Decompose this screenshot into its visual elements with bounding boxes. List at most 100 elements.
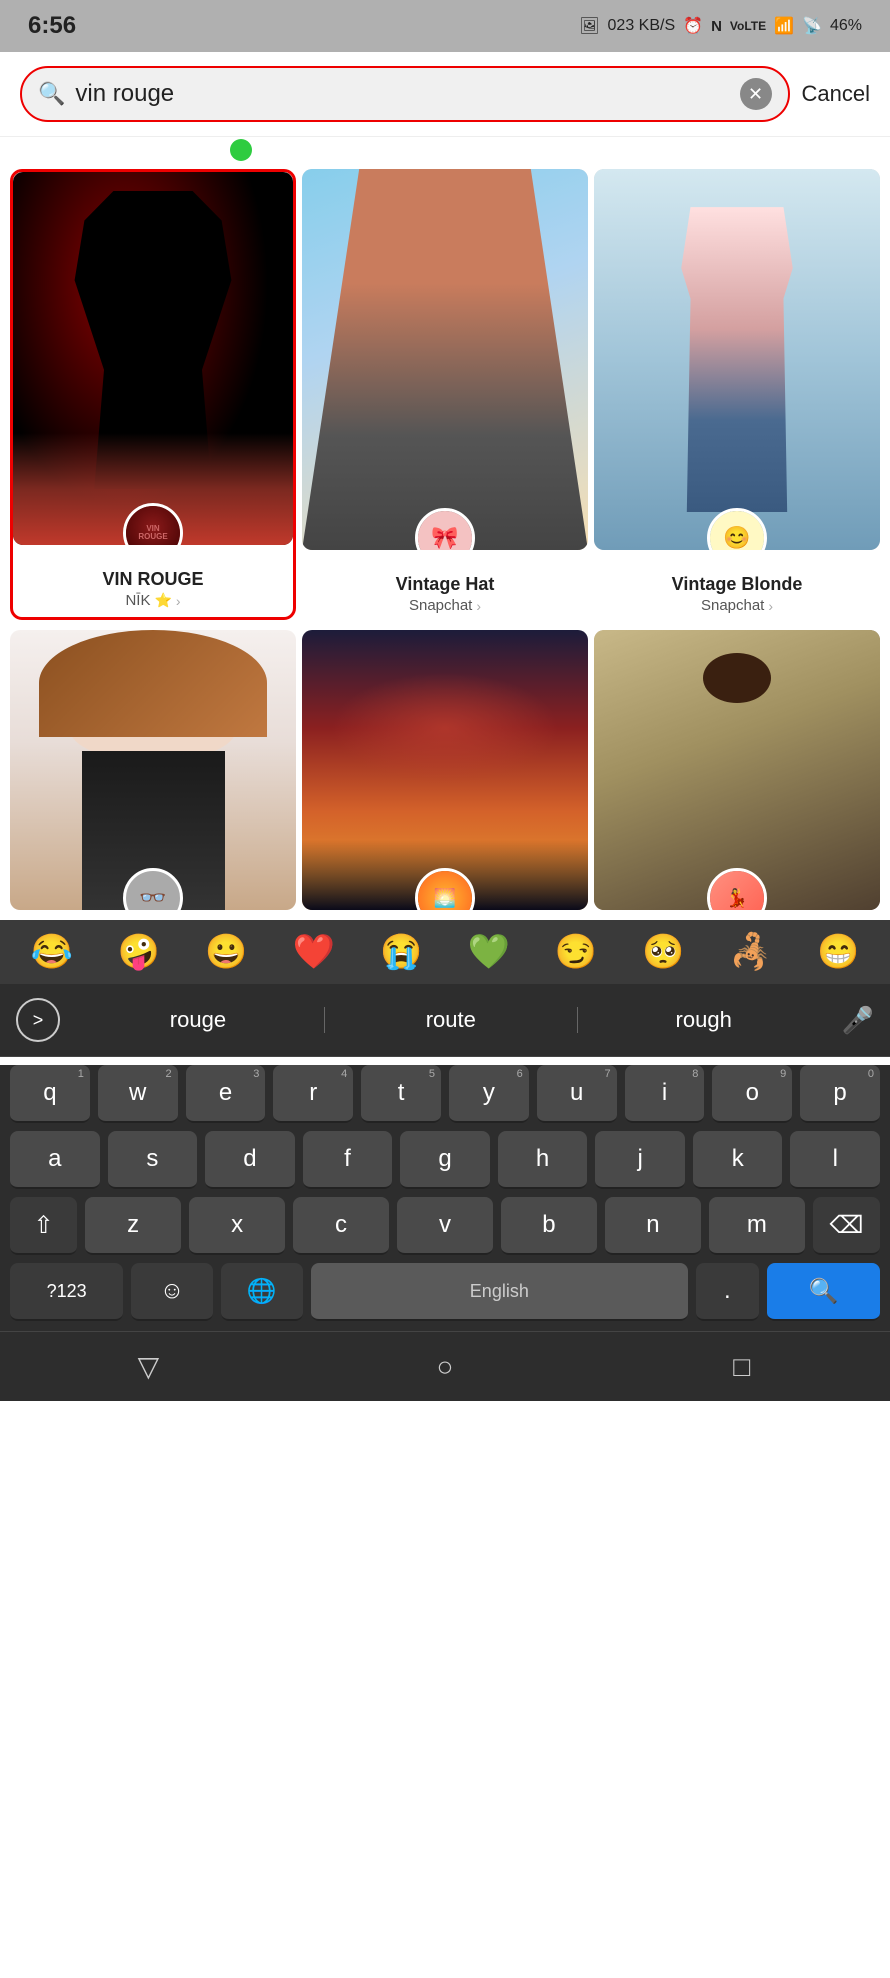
keyboard-row-2: a s d f g h j k l: [10, 1131, 880, 1189]
key-s[interactable]: s: [108, 1131, 198, 1189]
emoji-crying[interactable]: 😭: [380, 932, 422, 972]
vin-rouge-bg: [13, 172, 293, 545]
suggestions-row: > rouge route rough 🎤: [0, 984, 890, 1057]
chevron-right-icon: ›: [176, 593, 181, 609]
key-k[interactable]: k: [693, 1131, 783, 1189]
key-x[interactable]: x: [189, 1197, 285, 1255]
key-m[interactable]: m: [709, 1197, 805, 1255]
suggestion-word-3[interactable]: rough: [578, 1007, 830, 1033]
recents-icon: □: [733, 1351, 750, 1383]
chevron-right-icon: ›: [476, 598, 481, 614]
bottom-nav: ▽ ○ □: [0, 1331, 890, 1401]
key-j[interactable]: j: [595, 1131, 685, 1189]
emoji-smirk[interactable]: 😏: [555, 932, 597, 972]
close-icon: ✕: [748, 84, 763, 105]
key-r[interactable]: 4r: [273, 1065, 353, 1123]
emoji-tongue[interactable]: 🤪: [118, 932, 160, 972]
cancel-button[interactable]: Cancel: [802, 81, 870, 107]
emoji-pleading[interactable]: 🥺: [642, 932, 684, 972]
key-l[interactable]: l: [790, 1131, 880, 1189]
emoji-key[interactable]: ☺: [131, 1263, 213, 1321]
filter-thumb-back-girl: 💃: [594, 630, 880, 910]
back-button[interactable]: ▽: [0, 1350, 297, 1383]
filter-card-back-girl[interactable]: 💃: [594, 630, 880, 910]
battery-icon: 46%: [830, 17, 862, 35]
key-q[interactable]: 1q: [10, 1065, 90, 1123]
status-time: 6:56: [28, 12, 76, 40]
vintage-hat-bg: [302, 169, 588, 550]
expand-suggestions-button[interactable]: >: [16, 998, 60, 1042]
key-w[interactable]: 2w: [98, 1065, 178, 1123]
key-u[interactable]: 7u: [537, 1065, 617, 1123]
n-icon: N: [711, 18, 722, 35]
key-n[interactable]: n: [605, 1197, 701, 1255]
filter-card-vin-rouge[interactable]: VINROUGE VIN ROUGE NĪK ⭐ ›: [10, 169, 296, 620]
key-d[interactable]: d: [205, 1131, 295, 1189]
photo-icon: 🖼: [579, 16, 599, 36]
key-c[interactable]: c: [293, 1197, 389, 1255]
filter-thumb-sunglasses: 👓: [10, 630, 296, 910]
emoji-row: 😂 🤪 😀 ❤️ 😭 💚 😏 🥺 🦂 😁: [0, 920, 890, 984]
keyboard: 1q 2w 3e 4r 5t 6y 7u 8i 9o 0p a s d f g …: [0, 1065, 890, 1331]
person-figure: [302, 169, 588, 550]
emoji-green-heart[interactable]: 💚: [467, 932, 509, 972]
filter-name-vintage-blonde: Vintage Blonde: [672, 574, 803, 595]
filter-thumb-vintage-hat: 🎀: [302, 169, 588, 550]
key-e[interactable]: 3e: [186, 1065, 266, 1123]
key-y[interactable]: 6y: [449, 1065, 529, 1123]
signal-icon: 📡: [802, 16, 822, 36]
emoji-grin[interactable]: 😀: [205, 932, 247, 972]
emoji-heart[interactable]: ❤️: [293, 932, 335, 972]
microphone-icon[interactable]: 🎤: [842, 1005, 874, 1036]
arrow-right-icon: >: [33, 1010, 44, 1031]
filter-sub-vintage-hat: Snapchat ›: [409, 597, 481, 614]
key-p[interactable]: 0p: [800, 1065, 880, 1123]
emoji-laughing[interactable]: 😂: [31, 932, 73, 972]
nums-key[interactable]: ?123: [10, 1263, 123, 1321]
key-h[interactable]: h: [498, 1131, 588, 1189]
key-v[interactable]: v: [397, 1197, 493, 1255]
search-action-key[interactable]: 🔍: [767, 1263, 880, 1321]
key-t[interactable]: 5t: [361, 1065, 441, 1123]
volte-icon: VoLTE: [730, 19, 766, 33]
search-magnifier-icon: 🔍: [38, 81, 65, 107]
filter-thumb-sunset: 🌅: [302, 630, 588, 910]
key-b[interactable]: b: [501, 1197, 597, 1255]
key-o[interactable]: 9o: [712, 1065, 792, 1123]
keyboard-row-3: ⇧ z x c v b n m ⌫: [10, 1197, 880, 1255]
filter-thumb-vin-rouge: VINROUGE: [13, 172, 293, 545]
backspace-key[interactable]: ⌫: [813, 1197, 880, 1255]
key-g[interactable]: g: [400, 1131, 490, 1189]
space-key[interactable]: English: [311, 1263, 688, 1321]
suggestion-word-1[interactable]: rouge: [72, 1007, 324, 1033]
shift-key[interactable]: ⇧: [10, 1197, 77, 1255]
star-icon: ⭐: [154, 592, 171, 609]
period-key[interactable]: .: [696, 1263, 759, 1321]
key-i[interactable]: 8i: [625, 1065, 705, 1123]
green-dot-indicator: [0, 137, 890, 165]
clear-search-button[interactable]: ✕: [740, 78, 772, 110]
emoji-big-grin[interactable]: 😁: [817, 932, 859, 972]
keyboard-bottom-row: ?123 ☺ 🌐 English . 🔍: [10, 1263, 880, 1321]
filter-name-vintage-hat: Vintage Hat: [396, 574, 495, 595]
filter-card-sunset[interactable]: 🌅: [302, 630, 588, 910]
chevron-right-icon: ›: [768, 598, 773, 614]
globe-key[interactable]: 🌐: [221, 1263, 303, 1321]
key-z[interactable]: z: [85, 1197, 181, 1255]
filter-sub-vintage-blonde: Snapchat ›: [701, 597, 773, 614]
emoji-scorpion[interactable]: 🦂: [730, 932, 772, 972]
search-input[interactable]: vin rouge: [75, 80, 729, 108]
search-input-wrap[interactable]: 🔍 vin rouge ✕: [20, 66, 790, 122]
home-icon: ○: [437, 1351, 454, 1383]
suggestion-word-2[interactable]: route: [324, 1007, 578, 1033]
filter-card-vintage-hat[interactable]: 🎀 Vintage Hat Snapchat ›: [302, 169, 588, 620]
filter-card-vintage-blonde[interactable]: 😊 Vintage Blonde Snapchat ›: [594, 169, 880, 620]
recents-button[interactable]: □: [593, 1351, 890, 1383]
filter-thumb-vintage-blonde: 😊: [594, 169, 880, 550]
key-f[interactable]: f: [303, 1131, 393, 1189]
filter-card-sunglasses[interactable]: 👓: [10, 630, 296, 910]
filter-name-vin-rouge: VIN ROUGE: [102, 569, 203, 590]
back-icon: ▽: [138, 1350, 160, 1383]
home-button[interactable]: ○: [297, 1351, 594, 1383]
key-a[interactable]: a: [10, 1131, 100, 1189]
